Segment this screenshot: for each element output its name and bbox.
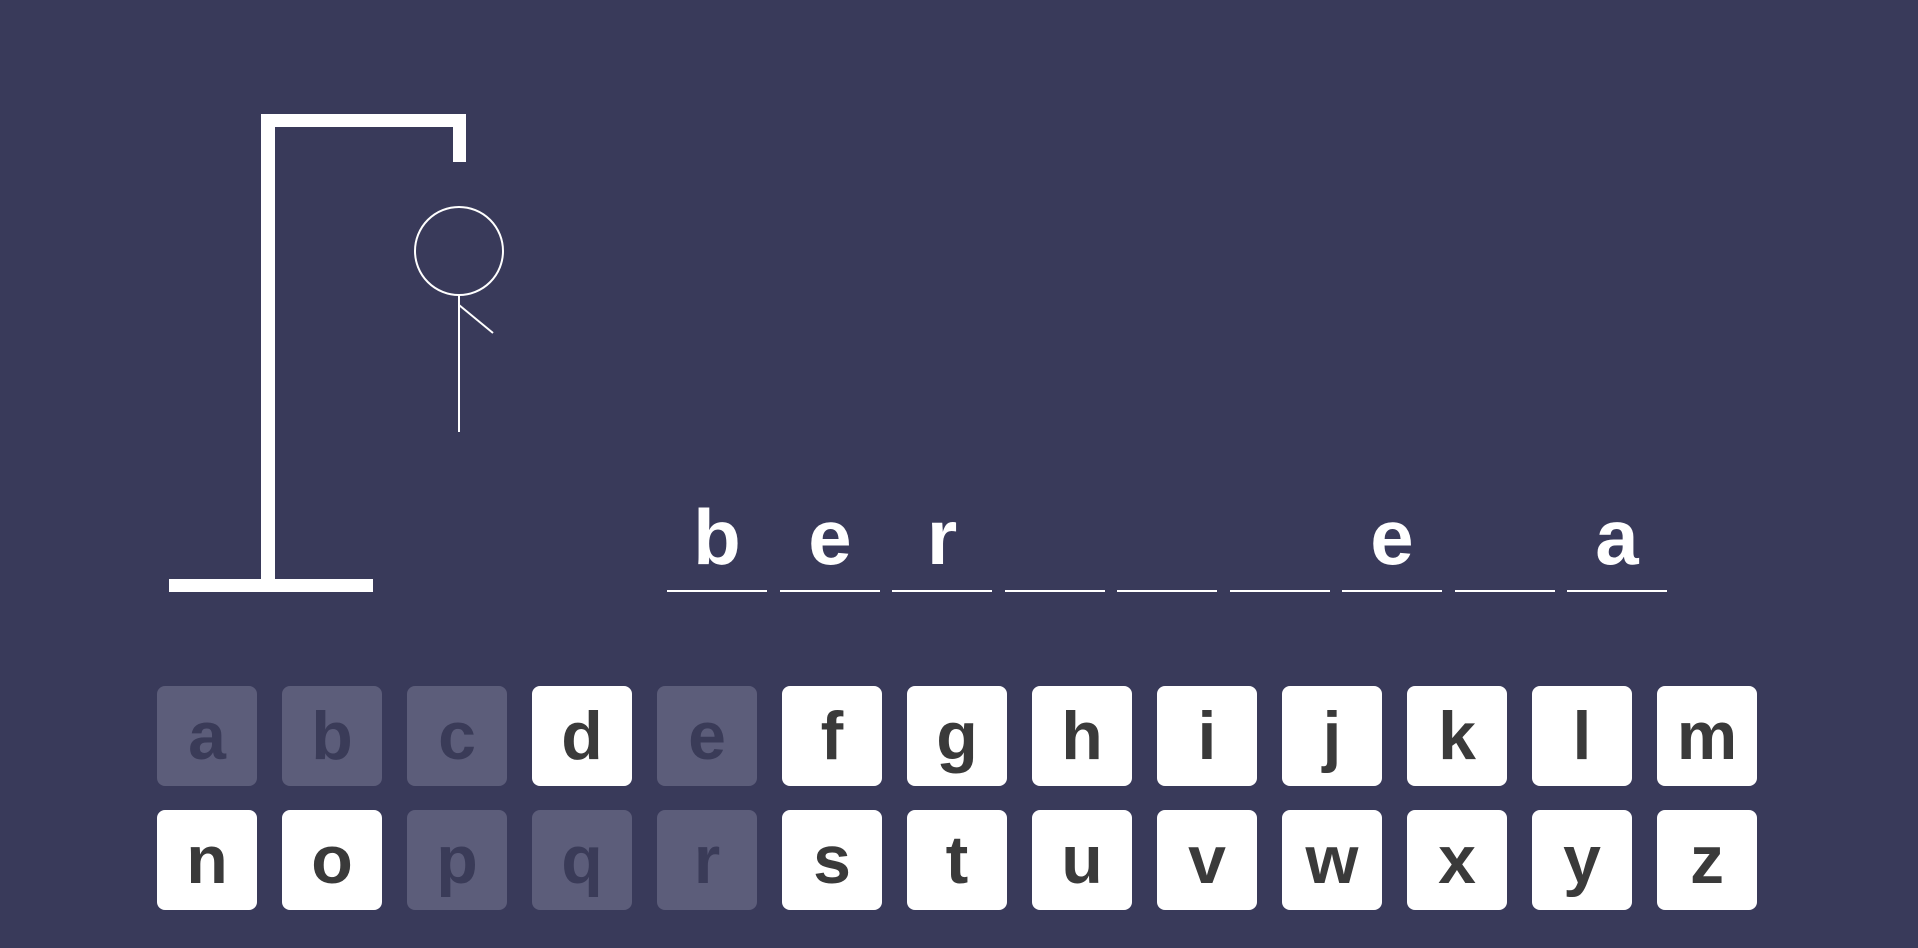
key-w[interactable]: w [1282,810,1382,910]
gallows-post [261,114,275,584]
slot-letter: r [926,493,958,581]
letter-slot: b [667,493,767,592]
key-d[interactable]: d [532,686,632,786]
key-c[interactable]: c [407,686,507,786]
key-q[interactable]: q [532,810,632,910]
key-z[interactable]: z [1657,810,1757,910]
key-b[interactable]: b [282,686,382,786]
key-h[interactable]: h [1032,686,1132,786]
key-g[interactable]: g [907,686,1007,786]
letter-slot: a [1567,493,1667,592]
letter-slot [1455,500,1555,592]
letter-slot [1117,500,1217,592]
hangman-drawing [169,114,504,592]
letter-slot [1230,500,1330,592]
gallows-beam [261,114,466,127]
key-s[interactable]: s [782,810,882,910]
key-y[interactable]: y [1532,810,1632,910]
key-t[interactable]: t [907,810,1007,910]
key-i[interactable]: i [1157,686,1257,786]
letter-slot [1005,500,1105,592]
key-m[interactable]: m [1657,686,1757,786]
letter-slot: e [1342,493,1442,592]
slot-letter: e [1370,493,1414,581]
key-p[interactable]: p [407,810,507,910]
slot-letter: b [693,493,741,581]
letter-slot: e [780,493,880,592]
key-e[interactable]: e [657,686,757,786]
key-v[interactable]: v [1157,810,1257,910]
key-a[interactable]: a [157,686,257,786]
gallows-rope [453,114,466,162]
slot-letter: a [1595,493,1639,581]
key-u[interactable]: u [1032,810,1132,910]
figure-right-arm [458,304,494,334]
key-j[interactable]: j [1282,686,1382,786]
key-r[interactable]: r [657,810,757,910]
letter-slot: r [892,493,992,592]
key-l[interactable]: l [1532,686,1632,786]
key-o[interactable]: o [282,810,382,910]
slot-letter: e [808,493,852,581]
key-n[interactable]: n [157,810,257,910]
key-k[interactable]: k [1407,686,1507,786]
key-x[interactable]: x [1407,810,1507,910]
key-f[interactable]: f [782,686,882,786]
figure-head [414,206,504,296]
